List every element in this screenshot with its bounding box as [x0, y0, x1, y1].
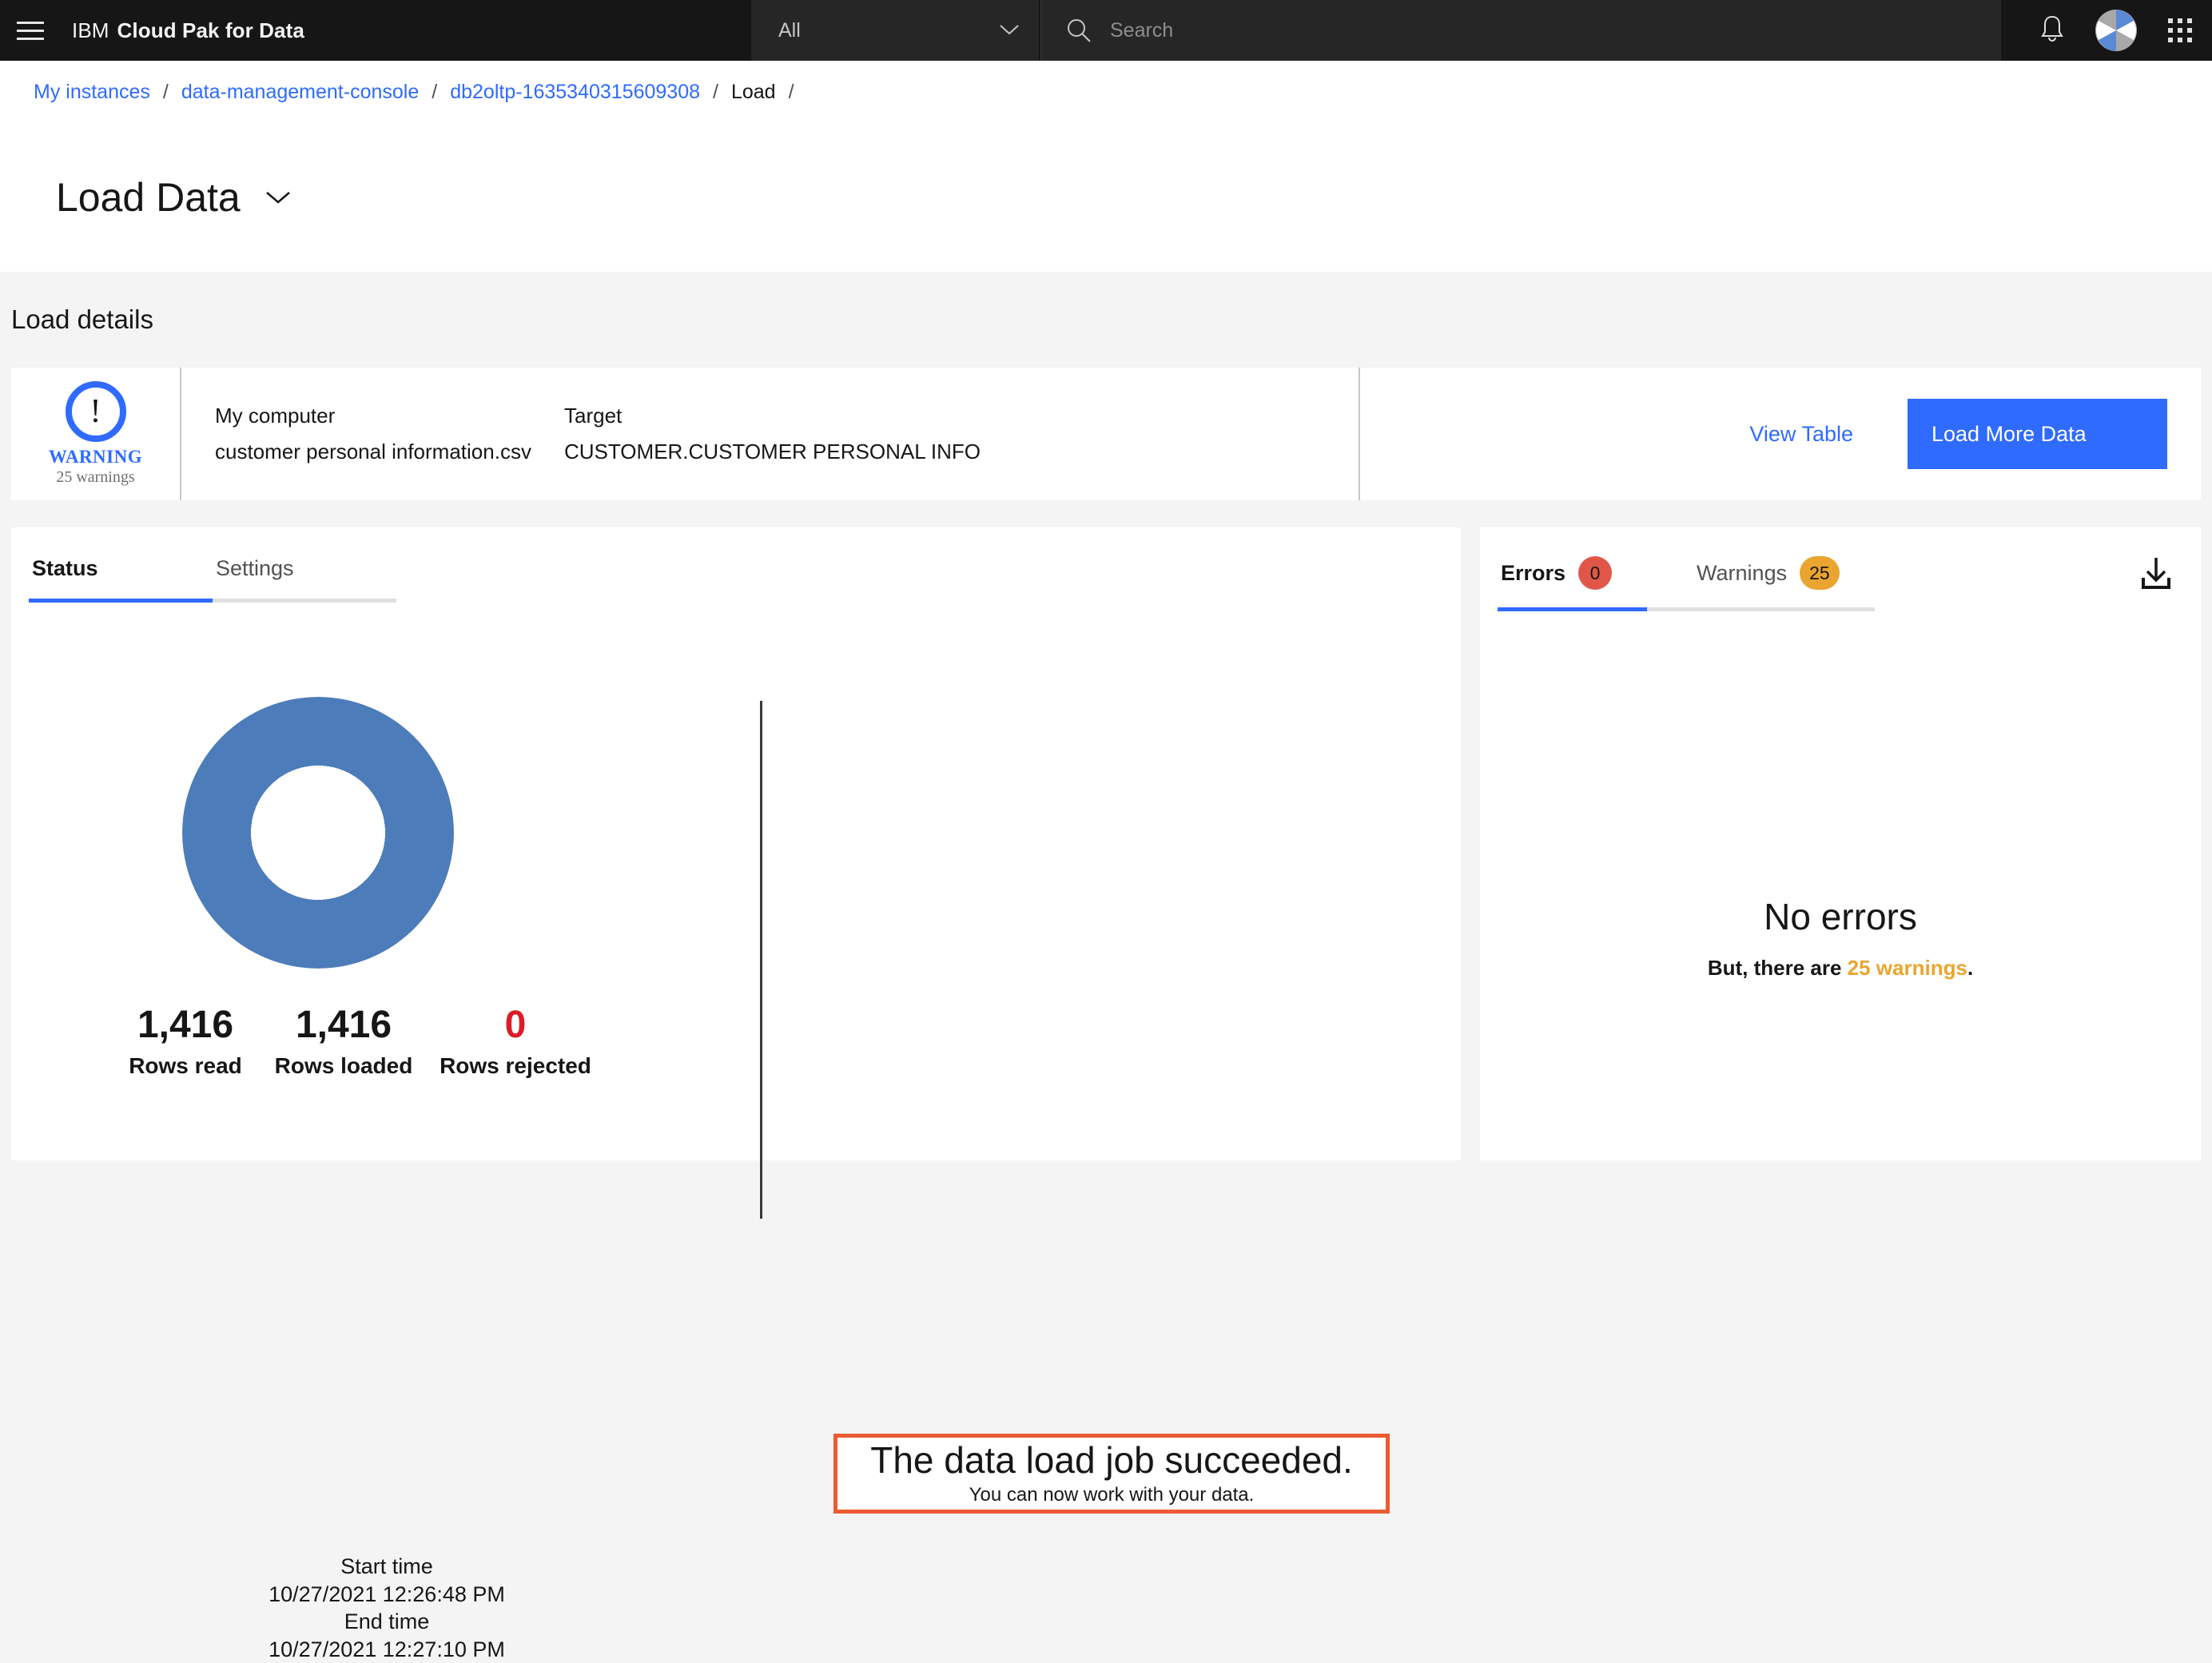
stat-rows-rejected-label: Rows rejected [440, 1053, 591, 1079]
start-time-label: Start time [107, 1553, 666, 1581]
status-card-tablist: Status Settings [11, 527, 1461, 603]
no-errors-subtext-prefix: But, there are [1708, 956, 1848, 980]
header-actions [2020, 0, 2212, 61]
donut-slice-rows-loaded [182, 697, 454, 969]
stat-rows-read: 1,416 Rows read [107, 1005, 264, 1079]
no-errors-subtext: But, there are 25 warnings. [1480, 956, 2201, 981]
end-time-value: 10/27/2021 12:27:10 PM [107, 1636, 666, 1663]
search-input[interactable] [1110, 0, 2001, 61]
notifications-button[interactable] [2020, 0, 2084, 61]
errors-count-badge: 0 [1578, 556, 1612, 590]
download-icon[interactable] [2135, 553, 2177, 595]
user-profile-button[interactable] [2084, 0, 2148, 61]
stat-rows-read-value: 1,416 [137, 1005, 233, 1047]
load-more-data-button[interactable]: Load More Data [1908, 399, 2167, 469]
stat-rows-loaded-value: 1,416 [296, 1005, 392, 1047]
end-time-label: End time [107, 1608, 666, 1636]
breadcrumb-item-my-instances[interactable]: My instances [34, 81, 150, 104]
brand-prefix: IBM [72, 18, 109, 43]
tab-status[interactable]: Status [29, 548, 213, 603]
global-search[interactable] [1040, 0, 2001, 61]
start-time-value: 10/27/2021 12:26:48 PM [107, 1581, 666, 1609]
stat-rows-loaded: 1,416 Rows loaded [264, 1005, 424, 1079]
tab-settings[interactable]: Settings [213, 548, 396, 603]
page-title-chevron-down-icon[interactable] [265, 189, 292, 205]
status-card-body: 1,416 Rows read 1,416 Rows loaded 0 Rows… [11, 617, 1461, 1160]
load-source-target-info: My computer customer personal informatio… [181, 368, 1360, 500]
no-errors-subtext-suffix: . [1967, 956, 1973, 980]
source-label: My computer [215, 404, 564, 428]
breadcrumb-item-data-management-console[interactable]: data-management-console [181, 81, 419, 104]
page-title-bar: Load Data [0, 123, 2212, 272]
avatar [2095, 10, 2137, 51]
load-summary-card: ! WARNING 25 warnings My computer custom… [11, 368, 2201, 500]
breadcrumb-item-load: Load [731, 81, 776, 104]
warnings-count-badge: 25 [1800, 556, 1840, 590]
load-summary-actions: View Table Load More Data [1360, 368, 2201, 500]
tab-errors[interactable]: Errors 0 [1498, 548, 1647, 611]
load-status-indicator: ! WARNING 25 warnings [11, 368, 181, 500]
target-table-name: CUSTOMER.CUSTOMER PERSONAL INFO [564, 440, 981, 464]
stat-rows-rejected: 0 Rows rejected [424, 1005, 607, 1079]
errors-card-tablist: Errors 0 Warnings 25 [1480, 527, 2201, 611]
brand-name: Cloud Pak for Data [117, 18, 304, 43]
brand-title[interactable]: IBM Cloud Pak for Data [61, 0, 304, 61]
search-icon [1065, 17, 1092, 44]
stat-rows-read-label: Rows read [129, 1053, 242, 1079]
grid-icon [2168, 18, 2192, 42]
app-switcher-button[interactable] [2148, 0, 2212, 61]
breadcrumb-separator-trailing: / [789, 81, 794, 104]
tab-warnings-label: Warnings [1697, 561, 1787, 586]
stat-rows-rejected-value: 0 [505, 1005, 527, 1047]
breadcrumb: My instances / data-management-console /… [0, 61, 2212, 123]
load-target-block: Target CUSTOMER.CUSTOMER PERSONAL INFO [564, 404, 981, 464]
breadcrumb-item-db2oltp[interactable]: db2oltp-1635340315609308 [450, 81, 700, 104]
warnings-link[interactable]: 25 warnings [1848, 956, 1967, 980]
status-badge: WARNING [49, 447, 142, 467]
scope-value: All [778, 19, 801, 42]
hamburger-menu-icon[interactable] [0, 0, 61, 61]
scope-dropdown[interactable]: All [751, 0, 1039, 61]
breadcrumb-separator: / [713, 81, 718, 104]
job-success-message: The data load job succeeded. You can now… [833, 1434, 1390, 1514]
page-title: Load Data [56, 174, 241, 221]
load-details-heading: Load details [11, 304, 153, 335]
no-errors-empty-state: No errors But, there are 25 warnings. [1480, 895, 2201, 981]
load-source-block: My computer customer personal informatio… [215, 404, 564, 464]
status-card: Status Settings 1,416 Rows read 1,416 Ro… [11, 527, 1461, 1160]
no-errors-heading: No errors [1480, 895, 2201, 938]
tab-warnings[interactable]: Warnings 25 [1647, 548, 1875, 611]
source-file-name: customer personal information.csv [215, 440, 564, 464]
tab-errors-label: Errors [1501, 561, 1566, 586]
load-timestamps: Start time 10/27/2021 12:26:48 PM End ti… [107, 1553, 666, 1663]
row-statistics: 1,416 Rows read 1,416 Rows loaded 0 Rows… [107, 1005, 666, 1079]
chevron-down-icon [999, 20, 1020, 41]
warning-exclamation-icon: ! [66, 381, 126, 442]
bell-icon [2039, 14, 2066, 47]
job-success-subtitle: You can now work with your data. [969, 1484, 1255, 1506]
job-success-title: The data load job succeeded. [870, 1441, 1353, 1479]
vertical-divider [760, 701, 762, 1219]
load-details-section-header: Load details [0, 272, 2212, 368]
stat-rows-loaded-label: Rows loaded [275, 1053, 413, 1079]
errors-card: Errors 0 Warnings 25 No errors But, ther… [1480, 527, 2201, 1160]
breadcrumb-separator: / [432, 81, 437, 104]
view-table-button[interactable]: View Table [1749, 422, 1853, 447]
target-label: Target [564, 404, 981, 428]
rows-donut-chart [182, 697, 454, 969]
breadcrumb-separator: / [163, 81, 169, 104]
status-warning-count: 25 warnings [56, 468, 134, 487]
